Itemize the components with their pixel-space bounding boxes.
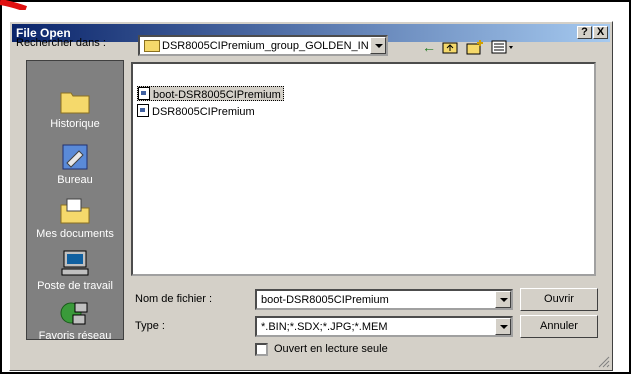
place-label: Mes documents bbox=[36, 228, 114, 240]
back-icon[interactable]: ← bbox=[422, 39, 436, 55]
filename-field[interactable]: boot-DSR8005CIPremium bbox=[255, 289, 513, 310]
help-button[interactable]: ? bbox=[577, 26, 592, 39]
filetype-value: *.BIN;*.SDX;*.JPG;*.MEM bbox=[261, 321, 388, 333]
place-label: Poste de travail bbox=[37, 280, 113, 292]
file-name: DSR8005CIPremium bbox=[152, 106, 255, 118]
chevron-down-icon[interactable] bbox=[495, 291, 511, 308]
filetype-label: Type : bbox=[135, 320, 165, 332]
place-my-computer[interactable]: Poste de travail bbox=[27, 249, 123, 292]
cancel-button[interactable]: Annuler bbox=[520, 315, 598, 338]
file-name: boot-DSR8005CIPremium bbox=[153, 89, 281, 101]
my-computer-icon bbox=[61, 250, 89, 276]
view-menu-icon[interactable] bbox=[491, 39, 515, 55]
place-my-documents[interactable]: Mes documents bbox=[27, 197, 123, 240]
filename-value: boot-DSR8005CIPremium bbox=[261, 294, 389, 306]
close-button[interactable]: X bbox=[593, 26, 608, 39]
new-folder-icon[interactable] bbox=[466, 39, 484, 55]
desktop-icon bbox=[62, 144, 88, 170]
chevron-down-icon[interactable] bbox=[370, 37, 386, 54]
lookin-value: DSR8005CIPremium_group_GOLDEN_IN bbox=[162, 40, 369, 52]
file-icon bbox=[138, 87, 150, 100]
folder-icon bbox=[144, 40, 160, 52]
lookin-select[interactable]: DSR8005CIPremium_group_GOLDEN_IN bbox=[138, 35, 388, 56]
history-icon bbox=[60, 92, 90, 114]
file-list[interactable]: boot-DSR8005CIPremium DSR8005CIPremium bbox=[131, 62, 596, 276]
list-item[interactable]: DSR8005CIPremium bbox=[137, 104, 257, 119]
places-bar: Historique Bureau Mes documents Poste de… bbox=[26, 60, 124, 342]
place-label: Favoris réseau bbox=[38, 330, 112, 342]
filename-label: Nom de fichier : bbox=[135, 293, 213, 305]
place-history[interactable]: Historique bbox=[27, 87, 123, 130]
my-documents-icon bbox=[60, 198, 90, 224]
lookin-label: Rechercher dans : bbox=[16, 37, 106, 49]
place-network[interactable]: Favoris réseau bbox=[27, 299, 123, 342]
filetype-select[interactable]: *.BIN;*.SDX;*.JPG;*.MEM bbox=[255, 316, 513, 337]
network-places-icon bbox=[60, 302, 88, 325]
up-folder-icon[interactable] bbox=[442, 39, 458, 55]
list-item[interactable]: boot-DSR8005CIPremium bbox=[137, 86, 284, 101]
red-annotation-mark bbox=[0, 0, 32, 10]
readonly-label: Ouvert en lecture seule bbox=[274, 343, 388, 355]
place-desktop[interactable]: Bureau bbox=[27, 143, 123, 186]
file-icon bbox=[137, 104, 149, 117]
place-label: Historique bbox=[50, 118, 100, 130]
chevron-down-icon[interactable] bbox=[495, 318, 511, 335]
resize-grip-icon[interactable] bbox=[598, 356, 610, 368]
readonly-checkbox[interactable] bbox=[255, 343, 268, 356]
place-label: Bureau bbox=[57, 174, 93, 186]
open-button[interactable]: Ouvrir bbox=[520, 288, 598, 311]
